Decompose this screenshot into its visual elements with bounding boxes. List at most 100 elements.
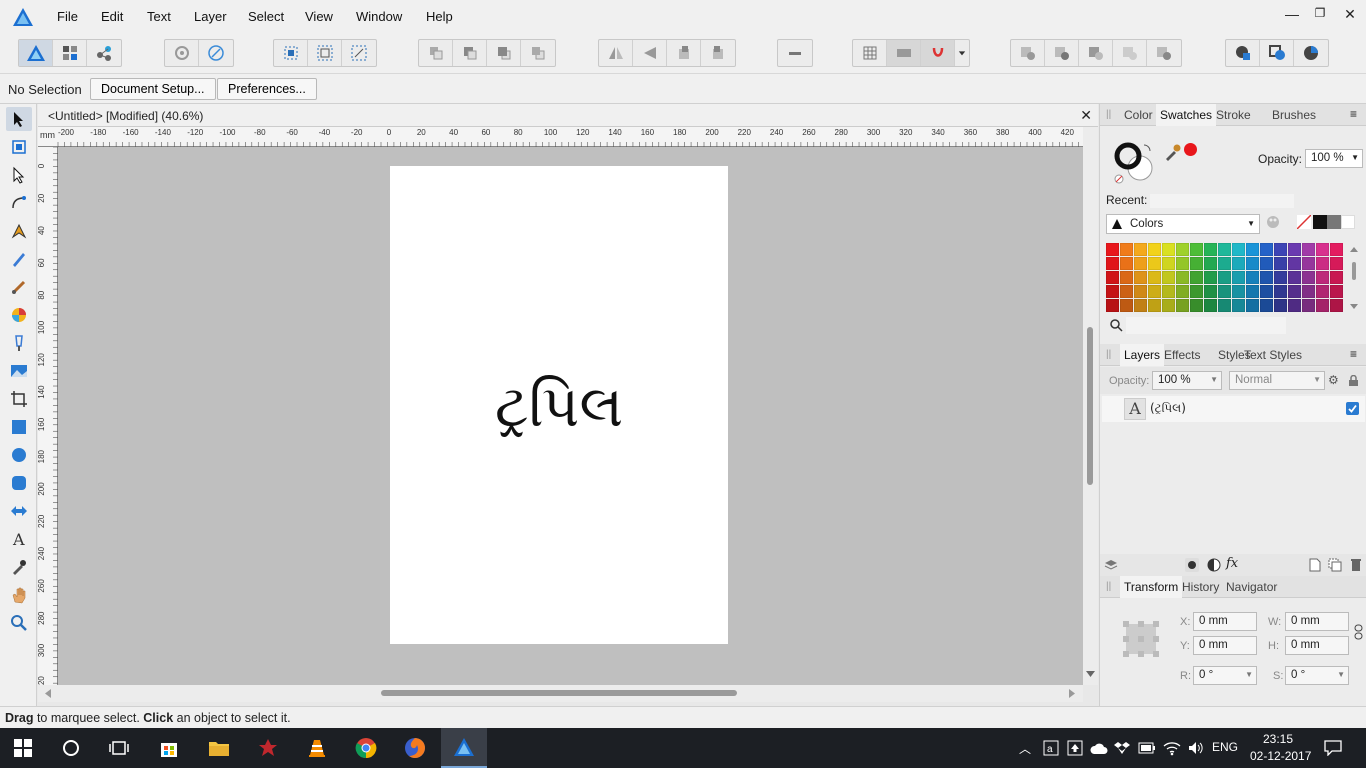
color-swatch[interactable] [1148,257,1161,270]
color-swatch[interactable] [1316,243,1329,256]
color-swatch[interactable] [1232,257,1245,270]
color-swatch[interactable] [1190,243,1203,256]
color-swatch[interactable] [1316,285,1329,298]
color-swatch[interactable] [1218,285,1231,298]
white-swatch[interactable] [1341,215,1355,229]
tab-history[interactable]: History [1182,580,1219,594]
add-layer-icon[interactable] [1309,558,1321,572]
color-swatch[interactable] [1246,285,1259,298]
color-swatch[interactable] [1260,257,1273,270]
y-field[interactable]: 0 mm [1193,636,1257,655]
boolean-intersect-icon[interactable] [1079,40,1113,66]
tray-dropbox-icon[interactable] [1114,740,1130,756]
tab-layers[interactable]: Layers [1120,344,1165,366]
affinity-designer-icon[interactable] [441,728,487,768]
clock-time[interactable]: 23:15 [1263,732,1293,746]
color-swatch[interactable] [1204,243,1217,256]
color-swatch[interactable] [1134,299,1147,312]
rotate-right-icon[interactable] [701,40,735,66]
color-swatch[interactable] [1190,271,1203,284]
tab-color[interactable]: Color [1124,108,1153,122]
tab-effects[interactable]: Effects [1164,348,1200,362]
color-swatch[interactable] [1106,271,1119,284]
geometry-add-icon[interactable] [1226,40,1260,66]
color-swatch[interactable] [1148,243,1161,256]
file-explorer-icon[interactable] [196,728,242,768]
color-swatch[interactable] [1288,299,1301,312]
color-swatch[interactable] [1218,257,1231,270]
color-swatch[interactable] [1148,299,1161,312]
opacity-field[interactable]: 100 % ▼ [1305,149,1363,168]
color-picker-icon[interactable] [1164,143,1182,161]
flip-horizontal-icon[interactable] [599,40,633,66]
vertical-scrollbar[interactable] [1083,127,1098,685]
color-swatch[interactable] [1106,257,1119,270]
firefox-icon[interactable] [392,728,438,768]
document-tab[interactable]: <Untitled> [Modified] (40.6%) ✕ [38,104,1098,127]
color-swatch[interactable] [1330,243,1343,256]
color-swatch[interactable] [1176,257,1189,270]
close-window-icon[interactable]: ✕ [1340,6,1360,23]
color-swatch[interactable] [1134,271,1147,284]
color-swatch[interactable] [1134,285,1147,298]
color-swatch[interactable] [1162,299,1175,312]
panel-menu-icon[interactable]: ≡ [1350,347,1357,361]
tab-transform[interactable]: Transform [1120,576,1183,598]
preferences-button[interactable]: Preferences... [217,78,317,100]
color-swatch[interactable] [1330,257,1343,270]
tray-cloud-icon[interactable] [1090,741,1108,755]
boolean-xor-icon[interactable] [1113,40,1147,66]
media-app-icon[interactable] [245,728,291,768]
volume-icon[interactable] [1187,740,1205,756]
pen-tool-icon[interactable] [6,219,32,243]
menu-help[interactable]: Help [426,9,453,24]
snap-grid-icon[interactable] [274,40,308,66]
transparency-tool-icon[interactable] [6,331,32,355]
artboard-page[interactable]: ટ્રપિલ [390,166,728,644]
geometry-subtract-icon[interactable] [1260,40,1294,66]
color-swatch[interactable] [1162,257,1175,270]
task-view-icon[interactable] [96,728,142,768]
h-field[interactable]: 0 mm [1285,636,1349,655]
tray-overflow-icon[interactable]: ︿ [1019,740,1031,757]
color-swatch[interactable] [1232,243,1245,256]
rotate-left-icon[interactable] [667,40,701,66]
color-swatch[interactable] [1134,243,1147,256]
color-swatch[interactable] [1162,243,1175,256]
zoom-tool-icon[interactable] [6,611,32,635]
menu-window[interactable]: Window [356,9,402,24]
view-mode-flower-icon[interactable] [165,40,199,66]
duplicate-layer-icon[interactable] [1328,558,1342,572]
menu-layer[interactable]: Layer [194,9,227,24]
align-icon[interactable] [778,40,812,66]
no-color-swatch[interactable] [1297,215,1311,229]
color-swatch[interactable] [1288,257,1301,270]
tab-brushes[interactable]: Brushes [1272,108,1316,122]
scroll-left-icon[interactable] [44,689,52,698]
palette-options-icon[interactable] [1266,215,1280,229]
blend-mode-select[interactable]: Normal ▼ [1229,371,1325,390]
color-swatch[interactable] [1316,299,1329,312]
gray-swatch[interactable] [1327,215,1341,229]
color-swatch[interactable] [1274,243,1287,256]
color-swatch[interactable] [1106,285,1119,298]
color-swatch[interactable] [1176,299,1189,312]
color-swatch[interactable] [1120,243,1133,256]
color-swatch[interactable] [1246,271,1259,284]
color-swatch[interactable] [1204,299,1217,312]
black-swatch[interactable] [1313,215,1327,229]
color-swatch[interactable] [1190,285,1203,298]
color-swatch[interactable] [1204,285,1217,298]
color-swatch[interactable] [1302,271,1315,284]
search-icon[interactable] [1110,319,1123,332]
color-swatch[interactable] [1330,299,1343,312]
layer-opacity-field[interactable]: 100 % ▼ [1152,371,1222,390]
color-swatch[interactable] [1162,271,1175,284]
canvas[interactable]: ટ્રપિલ [58,147,1083,685]
color-swatch[interactable] [1288,285,1301,298]
insert-grid-icon[interactable] [853,40,887,66]
export-persona-icon[interactable] [87,40,121,66]
color-swatch[interactable] [1288,271,1301,284]
boolean-subtract-icon[interactable] [1045,40,1079,66]
arrange-front-icon[interactable] [521,40,555,66]
